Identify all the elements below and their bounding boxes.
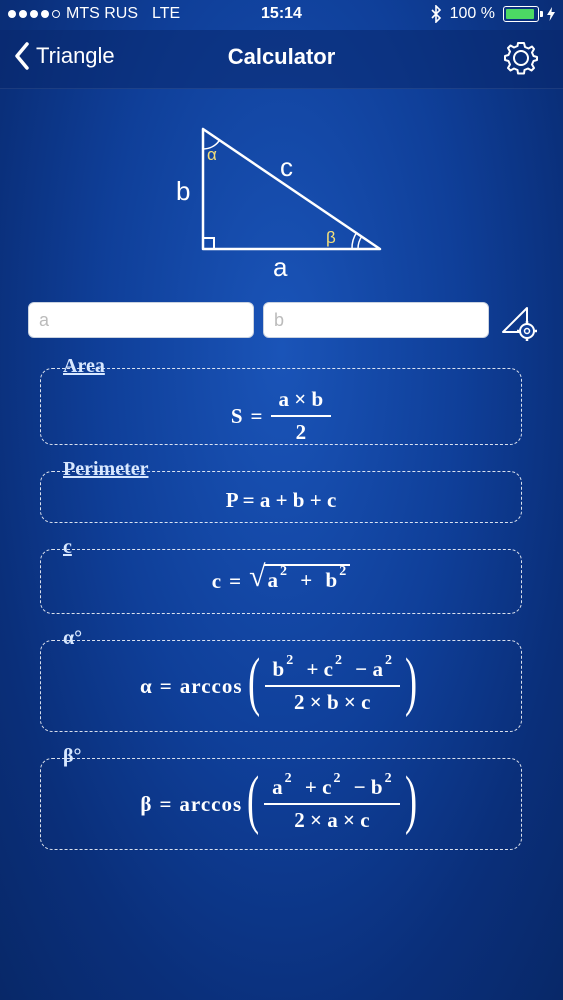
status-right: 100 % bbox=[430, 5, 555, 23]
angle-beta-arc-outer bbox=[351, 231, 358, 250]
perimeter-formula-box[interactable]: Perimeter P = a + b + c bbox=[40, 458, 522, 523]
side-a-input[interactable] bbox=[28, 302, 254, 338]
beta-lhs: β bbox=[140, 791, 152, 816]
label-side-b: b bbox=[176, 176, 190, 206]
perimeter-formula: P = a + b + c bbox=[225, 488, 337, 512]
alpha-num-term1: b bbox=[272, 657, 285, 681]
side-b-input[interactable] bbox=[263, 302, 489, 338]
c-eq: = bbox=[229, 568, 242, 593]
beta-num-exp1: 2 bbox=[284, 771, 292, 786]
alpha-num-exp2: 2 bbox=[334, 653, 342, 668]
alpha-num-exp1: 2 bbox=[286, 653, 294, 668]
beta-num-term1: a bbox=[272, 775, 283, 799]
navigation-bar: Triangle Calculator bbox=[0, 30, 563, 89]
area-lhs: S bbox=[230, 403, 243, 428]
alpha-eq: = bbox=[159, 673, 172, 698]
bluetooth-icon bbox=[431, 5, 441, 23]
beta-formula: β = arccos ( a2 + c2 − b2 2 × a × c ) bbox=[41, 767, 521, 837]
alpha-num-term2: + c bbox=[306, 657, 333, 681]
radical-icon: √ bbox=[249, 560, 266, 593]
status-bar: MTS RUS LTE 15:14 100 % bbox=[0, 0, 563, 30]
beta-eq: = bbox=[159, 791, 172, 816]
beta-numerator: a2 + c2 − b2 bbox=[268, 771, 395, 803]
alpha-num-term3: − a bbox=[355, 657, 383, 681]
right-paren-icon: ) bbox=[404, 645, 417, 718]
c-term-a: a bbox=[267, 568, 279, 592]
c-exp-a: 2 bbox=[280, 564, 288, 579]
c-radicand: a2 + b2 bbox=[263, 564, 351, 593]
area-fraction: a × b 2 bbox=[270, 387, 332, 445]
perimeter-label[interactable]: Perimeter bbox=[61, 458, 150, 481]
right-paren-icon: ) bbox=[404, 763, 417, 836]
c-formula-box[interactable]: c c = √ a2 + b2 bbox=[40, 536, 522, 614]
page-title: Calculator bbox=[227, 44, 336, 69]
label-beta: β bbox=[326, 228, 336, 247]
battery-icon bbox=[503, 6, 543, 22]
alpha-label[interactable]: α° bbox=[61, 627, 84, 650]
c-term-b: b bbox=[325, 568, 338, 592]
beta-func: arccos bbox=[179, 791, 243, 816]
left-paren-icon: ( bbox=[247, 763, 260, 836]
label-side-a: a bbox=[273, 252, 288, 282]
c-exp-b: 2 bbox=[339, 564, 347, 579]
charging-icon bbox=[547, 7, 555, 21]
alpha-fraction: b2 + c2 − a2 2 × b × c bbox=[264, 653, 400, 715]
c-lhs: c bbox=[211, 568, 222, 593]
gear-icon[interactable] bbox=[503, 40, 539, 76]
beta-num-exp2: 2 bbox=[333, 771, 341, 786]
label-alpha: α bbox=[207, 145, 217, 164]
left-paren-icon: ( bbox=[247, 645, 260, 718]
area-numerator: a × b bbox=[278, 387, 324, 411]
alpha-formula: α = arccos ( b2 + c2 − a2 2 × b × c ) bbox=[41, 649, 521, 719]
c-formula: c = √ a2 + b2 bbox=[41, 560, 521, 598]
triangle-settings-icon[interactable] bbox=[497, 298, 541, 342]
beta-label[interactable]: β° bbox=[61, 745, 84, 768]
alpha-formula-box[interactable]: α° α = arccos ( b2 + c2 − a2 2 × b × c ) bbox=[40, 627, 522, 732]
triangle-diagram: α β b c a bbox=[176, 127, 382, 282]
alpha-lhs: α bbox=[140, 673, 152, 698]
alpha-func: arccos bbox=[179, 673, 243, 698]
c-label[interactable]: c bbox=[61, 536, 74, 559]
alpha-denominator: 2 × b × c bbox=[264, 685, 400, 715]
angle-beta-arc-inner bbox=[357, 235, 363, 250]
alpha-num-exp3: 2 bbox=[384, 653, 392, 668]
beta-denominator: 2 × a × c bbox=[264, 803, 400, 833]
area-formula-box[interactable]: Area S = a × b 2 bbox=[40, 355, 522, 445]
beta-num-term3: − b bbox=[353, 775, 383, 799]
area-denominator: 2 bbox=[270, 415, 332, 445]
alpha-numerator: b2 + c2 − a2 bbox=[269, 653, 396, 685]
beta-num-term2: + c bbox=[304, 775, 332, 799]
area-label[interactable]: Area bbox=[61, 355, 107, 378]
beta-formula-box[interactable]: β° β = arccos ( a2 + c2 − b2 2 × a × c ) bbox=[40, 745, 522, 850]
c-sqrt: √ a2 + b2 bbox=[249, 560, 351, 598]
beta-fraction: a2 + c2 − b2 2 × a × c bbox=[264, 771, 400, 833]
label-side-c: c bbox=[280, 152, 293, 182]
area-eq: = bbox=[250, 403, 263, 428]
c-plus: + bbox=[300, 568, 313, 592]
triangle-shape bbox=[201, 127, 382, 251]
right-angle-marker bbox=[202, 237, 215, 250]
beta-num-exp3: 2 bbox=[384, 771, 392, 786]
area-formula: S = a × b 2 bbox=[41, 387, 521, 445]
battery-percent: 100 % bbox=[449, 5, 495, 22]
